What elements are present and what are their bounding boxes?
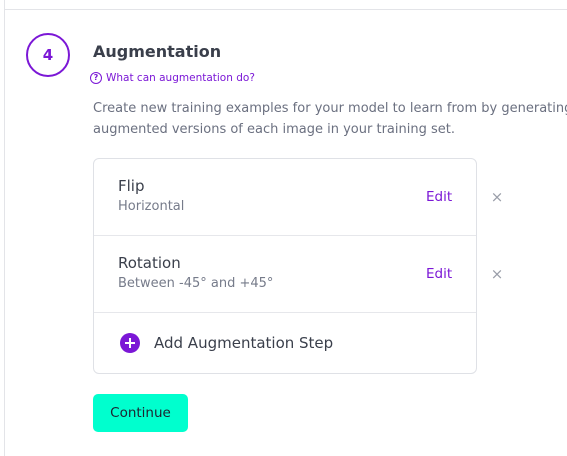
- augmentation-title: Rotation: [118, 254, 181, 272]
- description-line-2: augmented versions of each image in your…: [93, 122, 455, 137]
- question-circle-icon: ?: [90, 72, 102, 84]
- section-title: Augmentation: [93, 42, 222, 61]
- step-number: 4: [42, 46, 54, 64]
- edit-rotation-button[interactable]: Edit: [426, 266, 452, 282]
- augmentation-row-flip: Flip Horizontal Edit: [94, 159, 476, 236]
- augmentation-title: Flip: [118, 177, 145, 195]
- remove-flip-close-icon[interactable]: ×: [490, 188, 504, 206]
- plus-glyph: [125, 338, 135, 348]
- section-description: Create new training examples for your mo…: [93, 98, 567, 140]
- panel-left-border: [4, 0, 5, 456]
- plus-circle-icon: [120, 333, 140, 353]
- edit-flip-button[interactable]: Edit: [426, 189, 452, 205]
- augmentation-steps-card: Flip Horizontal Edit Rotation Between -4…: [93, 158, 477, 374]
- description-line-1: Create new training examples for your mo…: [93, 101, 567, 116]
- continue-button[interactable]: Continue: [93, 394, 188, 432]
- augmentation-detail: Between -45° and +45°: [118, 276, 274, 291]
- add-augmentation-step-button[interactable]: Add Augmentation Step: [120, 333, 333, 353]
- step-number-badge: 4: [26, 33, 70, 77]
- augmentation-detail: Horizontal: [118, 199, 185, 214]
- augmentation-row-rotation: Rotation Between -45° and +45° Edit: [94, 236, 476, 313]
- help-link-label: What can augmentation do?: [106, 72, 255, 84]
- help-link[interactable]: ? What can augmentation do?: [90, 72, 255, 84]
- panel-top-divider: [4, 9, 567, 10]
- augmentation-panel: 4 Augmentation ? What can augmentation d…: [0, 0, 567, 456]
- remove-rotation-close-icon[interactable]: ×: [490, 265, 504, 283]
- add-step-label: Add Augmentation Step: [154, 334, 334, 352]
